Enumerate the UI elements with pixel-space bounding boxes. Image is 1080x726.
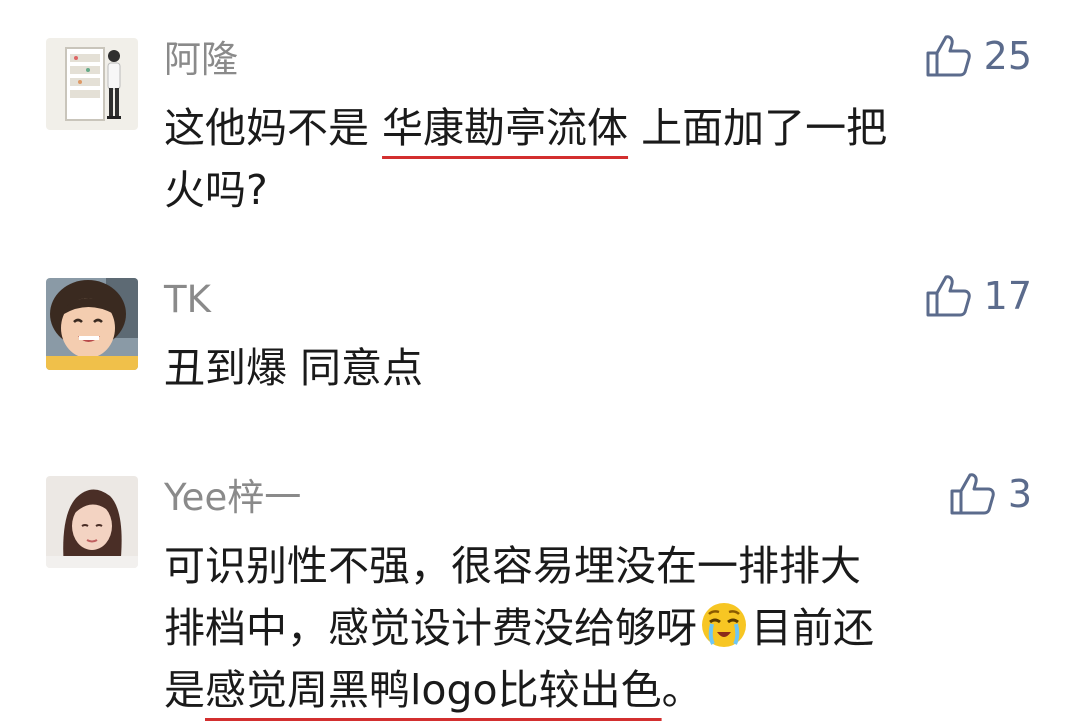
comment-line: 这他妈不是 华康勘亭流体 上面加了一把 <box>164 104 888 152</box>
comment-line: 是感觉周黑鸭logo比较出色。 <box>164 666 703 714</box>
like-button[interactable]: 25 <box>924 30 1032 82</box>
crying-face-emoji-icon <box>699 600 749 650</box>
comment-line: 可识别性不强，很容易埋没在一排排大 <box>164 542 861 590</box>
underlined-text: 感觉周黑鸭logo比较出色 <box>205 666 662 714</box>
like-count: 25 <box>983 34 1032 78</box>
thumbs-up-icon[interactable] <box>948 471 996 517</box>
thumbs-up-icon[interactable] <box>924 273 972 319</box>
comment-author[interactable]: TK <box>164 278 211 322</box>
like-count: 3 <box>1007 472 1032 516</box>
comment-line: 排档中，感觉设计费没给够呀 目前还 <box>164 597 874 659</box>
comment-text: 丑到爆 同意点 <box>164 337 423 399</box>
comment-line: 丑到爆 同意点 <box>164 344 424 392</box>
smiling-child-avatar <box>46 278 138 370</box>
avatar[interactable] <box>46 278 138 370</box>
avatar[interactable] <box>46 38 138 130</box>
like-count: 17 <box>983 274 1032 318</box>
thumbs-up-icon[interactable] <box>924 33 972 79</box>
comment-author[interactable]: Yee梓一 <box>164 476 301 520</box>
comment-text: 可识别性不强，很容易埋没在一排排大 排档中，感觉设计费没给够呀 目前还 是感觉周… <box>164 535 874 721</box>
comment-line: 火吗? <box>164 166 268 214</box>
vending-machine-person-avatar <box>46 38 138 130</box>
like-button[interactable]: 17 <box>924 270 1032 322</box>
underlined-text: 华康勘亭流体 <box>382 104 629 152</box>
avatar[interactable] <box>46 476 138 568</box>
comment-author[interactable]: 阿隆 <box>164 38 238 82</box>
woman-portrait-avatar <box>46 476 138 568</box>
like-button[interactable]: 3 <box>948 468 1032 520</box>
comment-text: 这他妈不是 华康勘亭流体 上面加了一把 火吗? <box>164 97 887 221</box>
